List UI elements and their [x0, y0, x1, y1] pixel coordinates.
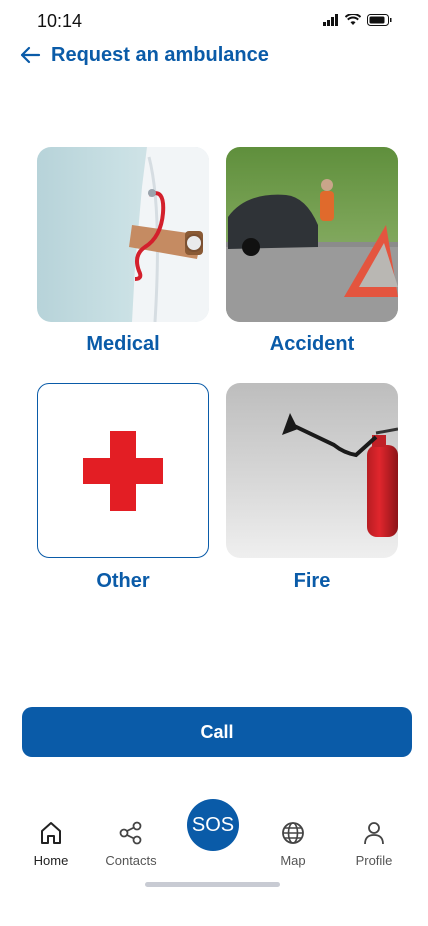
status-bar: 10:14	[0, 0, 428, 44]
nav-label-map: Map	[280, 853, 306, 868]
fire-label: Fire	[293, 570, 331, 592]
accident-label: Accident	[269, 333, 355, 355]
nav-item-contacts[interactable]: Contacts	[91, 820, 171, 868]
status-icons	[323, 14, 392, 26]
arrow-left-icon	[20, 46, 41, 64]
globe-icon	[282, 822, 304, 844]
wifi-icon	[345, 14, 361, 25]
other-card[interactable]	[37, 383, 209, 558]
home-indicator	[145, 882, 280, 887]
fire-card[interactable]	[226, 383, 398, 558]
accident-card[interactable]	[226, 147, 398, 322]
status-time: 10:14	[37, 11, 83, 31]
sos-button[interactable]: SOS	[187, 799, 239, 851]
nav-item-profile[interactable]: Profile	[334, 820, 414, 868]
accident-photo	[226, 147, 398, 322]
battery-icon	[367, 14, 392, 26]
page-title: Request an ambulance	[51, 43, 269, 66]
cellular-signal-icon	[323, 14, 338, 26]
medical-card[interactable]	[37, 147, 209, 322]
nav-item-map[interactable]: Map	[253, 820, 333, 868]
medical-photo	[37, 147, 209, 322]
red-cross-icon	[83, 431, 163, 511]
nav-label-profile: Profile	[355, 853, 393, 868]
call-button[interactable]: Call	[22, 707, 412, 757]
home-icon	[41, 822, 61, 844]
medical-label: Medical	[86, 333, 160, 355]
back-button[interactable]	[16, 41, 44, 69]
nav-label-contacts: Contacts	[105, 853, 157, 868]
nav-label-home: Home	[33, 853, 69, 868]
person-icon	[364, 822, 384, 845]
nav-item-home[interactable]: Home	[11, 820, 91, 868]
fire-extinguisher-photo	[226, 383, 398, 558]
share-nodes-icon	[119, 821, 142, 845]
header: Request an ambulance	[16, 40, 269, 70]
other-label: Other	[96, 570, 150, 592]
